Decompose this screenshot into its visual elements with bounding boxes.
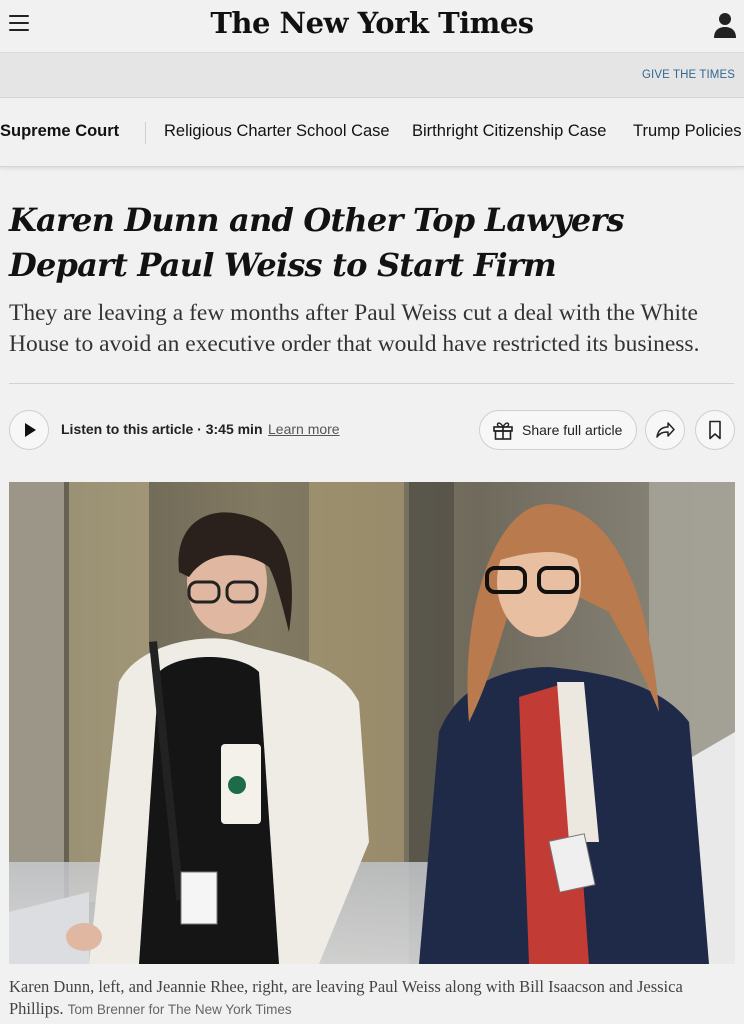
photo-caption: Karen Dunn, left, and Jeannie Rhee, righ… — [9, 976, 737, 1021]
nav-item-trump-policies[interactable]: Trump Policies — [633, 122, 742, 141]
user-account-icon[interactable] — [712, 11, 738, 39]
divider — [9, 383, 734, 384]
nav-item-religious-charter[interactable]: Religious Charter School Case — [164, 122, 390, 141]
listen-separator: · — [193, 421, 206, 437]
listen-info: Listen to this article · 3:45 min — [61, 421, 263, 437]
share-label: Share full article — [522, 422, 623, 438]
nyt-logo[interactable]: The New York Times — [0, 6, 744, 40]
bookmark-button[interactable] — [695, 410, 735, 450]
bookmark-icon — [709, 420, 721, 440]
nav-divider — [145, 122, 146, 144]
listen-label: Listen to this article — [61, 421, 194, 437]
learn-more-link[interactable]: Learn more — [268, 421, 340, 437]
promo-band: GIVE THE TIMES — [0, 53, 744, 98]
photo-illustration — [9, 482, 735, 964]
share-arrow-icon — [656, 422, 675, 438]
give-the-times-link[interactable]: GIVE THE TIMES — [642, 69, 735, 81]
play-icon — [25, 423, 36, 437]
listen-duration: 3:45 min — [205, 421, 263, 437]
headline-line-1: Karen Dunn and Other Top Lawyers — [9, 201, 624, 239]
article-summary: They are leaving a few months after Paul… — [9, 300, 700, 357]
share-button[interactable] — [645, 410, 685, 450]
photo-credit: Tom Brenner for The New York Times — [67, 1002, 292, 1017]
play-audio-button[interactable] — [9, 410, 49, 450]
share-full-article-button[interactable]: Share full article — [479, 410, 637, 450]
section-nav: Supreme Court Religious Charter School C… — [0, 98, 744, 167]
nav-item-birthright[interactable]: Birthright Citizenship Case — [412, 122, 606, 141]
nav-item-supreme-court[interactable]: Supreme Court — [0, 122, 119, 141]
article-headline: Karen Dunn and Other Top Lawyers Depart … — [9, 198, 729, 288]
top-bar: The New York Times — [0, 0, 744, 53]
article-photo — [9, 482, 735, 964]
headline-line-2: Depart Paul Weiss to Start Firm — [9, 246, 557, 284]
gift-icon — [493, 422, 513, 440]
